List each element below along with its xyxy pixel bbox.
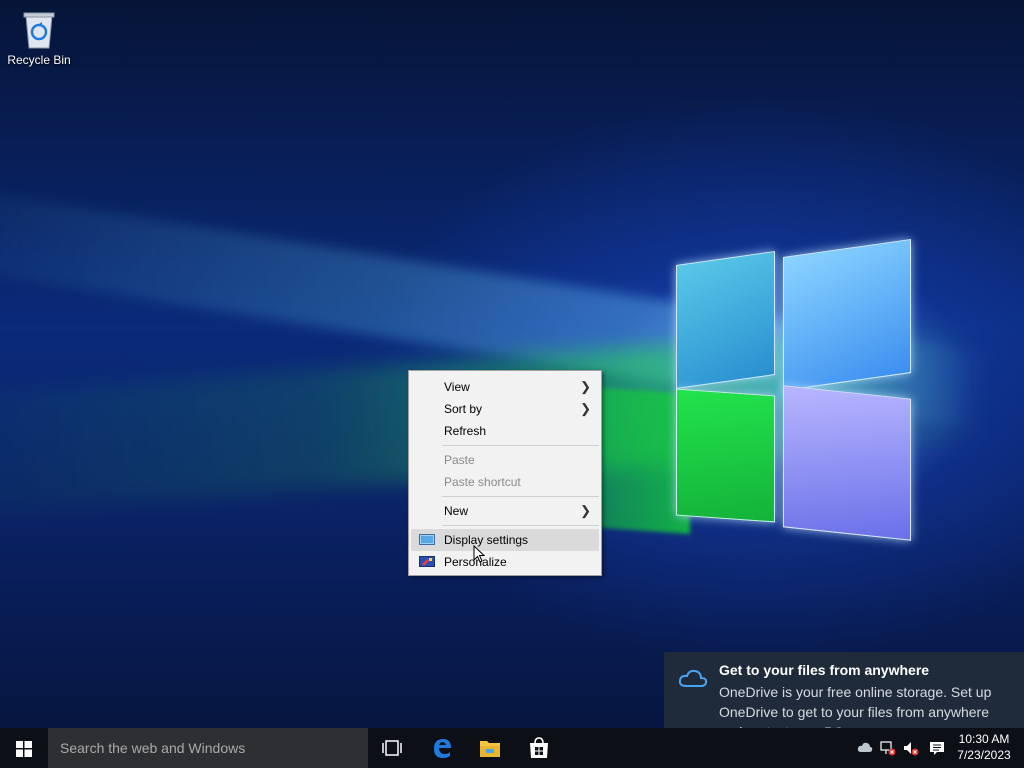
chevron-right-icon: ❯ [580,401,591,416]
task-view-icon [382,740,402,756]
menu-separator [442,496,599,497]
windows-logo-pane-top-left [676,251,775,389]
taskbar: Search the web and Windows 10:30 AM 7/23… [0,728,1024,768]
chevron-right-icon: ❯ [580,379,591,394]
clock-date: 7/23/2023 [957,748,1011,762]
menu-separator [442,525,599,526]
desktop-context-menu: View ❯ Sort by ❯ Refresh Paste Paste sho… [408,370,602,576]
windows-logo-pane-top-right [783,239,911,391]
onedrive-cloud-icon [678,669,708,687]
file-explorer-icon [480,741,500,757]
notification-body: OneDrive is your free online storage. Se… [719,684,992,728]
mouse-pointer-icon [473,545,485,563]
search-placeholder: Search the web and Windows [60,740,246,756]
personalize-icon [419,556,435,567]
action-center-icon[interactable] [929,740,945,756]
file-explorer-taskbar-button[interactable] [466,728,514,768]
recycle-bin-icon [23,12,55,49]
menu-item-label: Sort by [444,402,483,416]
taskbar-clock[interactable]: 10:30 AM 7/23/2023 [952,731,1016,763]
desktop-wallpaper[interactable] [0,0,1024,728]
windows-start-icon [16,741,32,757]
notification-title: Get to your files from anywhere [719,662,930,678]
desktop-icon-recycle-bin[interactable]: Recycle Bin [4,6,74,67]
windows-logo-pane-bottom-left [676,388,775,523]
menu-separator [442,445,599,446]
onedrive-notification[interactable]: Get to your files from anywhere OneDrive… [664,652,1024,728]
menu-item-label: Paste [444,453,475,467]
menu-item-view[interactable]: View ❯ [411,376,599,398]
task-view-button[interactable] [368,728,416,768]
network-icon[interactable] [880,740,896,756]
menu-item-label: Refresh [444,424,487,438]
menu-item-personalize[interactable]: Personalize [411,551,599,573]
store-taskbar-button[interactable] [515,728,563,768]
menu-item-refresh[interactable]: Refresh [411,420,599,442]
edge-taskbar-button[interactable] [418,728,466,768]
menu-item-paste[interactable]: Paste [411,449,599,471]
taskbar-search-box[interactable]: Search the web and Windows [48,728,368,768]
start-button[interactable] [0,728,48,768]
recycle-bin-label: Recycle Bin [7,53,71,67]
volume-icon[interactable] [903,740,919,756]
chevron-right-icon: ❯ [580,503,591,518]
menu-item-display-settings[interactable]: Display settings [411,529,599,551]
menu-item-label: View [444,380,470,394]
onedrive-tray-icon[interactable] [857,740,873,756]
store-icon [530,737,548,758]
windows-logo-pane-bottom-right [783,385,911,541]
clock-time: 10:30 AM [958,732,1010,746]
display-settings-icon [419,534,435,545]
menu-item-label: Paste shortcut [444,475,521,489]
menu-item-paste-shortcut[interactable]: Paste shortcut [411,471,599,493]
edge-icon [434,739,451,758]
menu-item-label: Display settings [444,533,529,547]
menu-item-new[interactable]: New ❯ [411,500,599,522]
menu-item-sort-by[interactable]: Sort by ❯ [411,398,599,420]
menu-item-label: New [444,504,469,518]
